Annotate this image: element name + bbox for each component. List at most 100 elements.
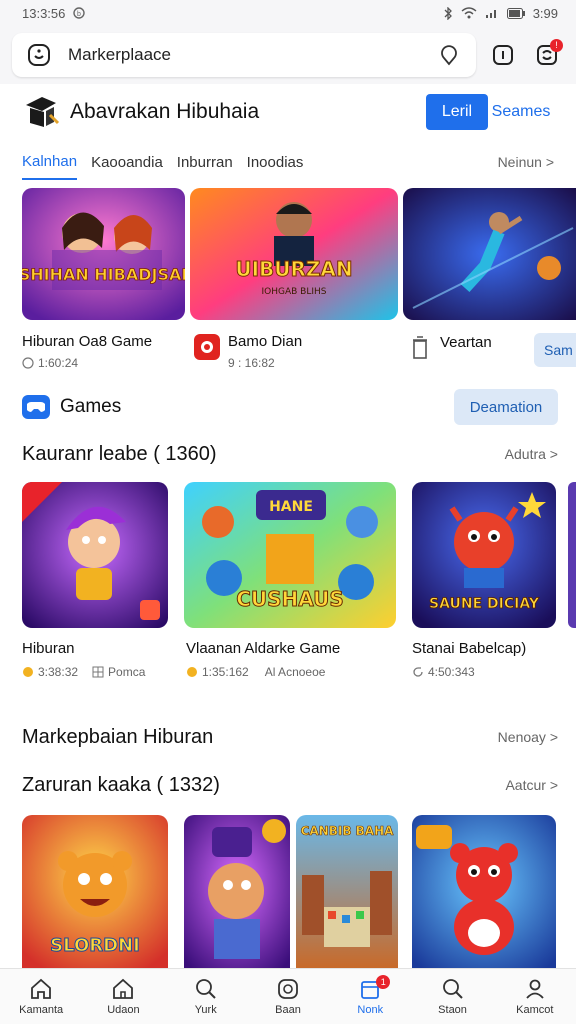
location-pin-icon[interactable] — [432, 38, 466, 72]
nav-item-1[interactable]: Udaon — [82, 969, 164, 1024]
home-outline-icon — [113, 978, 134, 999]
grid-icon — [92, 666, 104, 678]
section-a-card-3-image[interactable]: SAUNE DICIAY — [412, 482, 556, 628]
featured-card-3-title: Veartan — [440, 334, 492, 351]
games-label: Games — [60, 396, 122, 417]
nav-label-6: Kamcot — [516, 1004, 554, 1016]
coin-icon — [187, 667, 197, 677]
tabs-see-more-link[interactable]: Neinun > — [498, 154, 554, 170]
tab-2[interactable]: Inburran — [177, 144, 233, 180]
nav-item-3[interactable]: Baan — [247, 969, 329, 1024]
section-a-card-1-meta-text: 3:38:32 — [38, 665, 79, 679]
status-time: 13:3:56 — [22, 5, 66, 21]
nav-label-2: Yurk — [194, 1004, 217, 1016]
featured-card-1-title: Hiburan Oa8 Game — [22, 333, 153, 350]
section-a-card-2-meta2: Al Acnoeoe — [264, 665, 326, 679]
search-alt-icon — [442, 979, 463, 999]
games-section-header: Games Deamation — [22, 389, 558, 425]
secondary-button[interactable]: Seames — [488, 94, 554, 130]
header: Abavrakan Hibuhaia Leril Seames — [0, 88, 576, 136]
tabs-icon[interactable] — [486, 38, 520, 72]
primary-button[interactable]: Leril — [426, 94, 488, 130]
games-action-button[interactable]: Deamation — [454, 389, 558, 425]
section-a-card-2-art-top: HANE — [269, 499, 313, 515]
search-icon — [195, 979, 216, 999]
section-b-see-more-link[interactable]: Nenoay > — [498, 729, 558, 745]
section-c-see-more-link[interactable]: Aatcur > — [505, 777, 558, 793]
featured-card-1-image[interactable]: SHIHAN HIBADJSAI — [22, 188, 185, 320]
section-a-card-1-meta2: Pomca — [108, 665, 146, 679]
search-bar[interactable]: Markerplaace — [12, 33, 476, 77]
wifi-icon — [461, 7, 477, 19]
nav-item-2[interactable]: Yurk — [165, 969, 247, 1024]
section-a-card-2-image[interactable]: HANE CUSHAUS — [184, 482, 396, 628]
nav-badge: 1 — [376, 975, 391, 989]
refresh-icon — [413, 667, 423, 677]
nav-label-4: Nonk — [357, 1004, 384, 1016]
section-c-card-4-image[interactable] — [412, 815, 556, 968]
section-c-card-1-image[interactable]: SLORDNI — [22, 815, 168, 968]
home-icon — [31, 978, 52, 999]
bottom-navigation: Kamanta Udaon Yurk Baan 1 Nonk Staon Kam… — [0, 968, 576, 1024]
featured-card-2-image[interactable]: UIBURZAN IOHGAB BLIHS — [190, 188, 398, 320]
brand-logo-icon — [22, 93, 60, 131]
tab-0[interactable]: Kalnhan — [22, 144, 78, 180]
featured-card-2-art-text: UIBURZAN — [235, 257, 352, 281]
section-a-card-2-meta: 1:35:162 Al Acnoeoe — [186, 665, 325, 679]
nav-item-0[interactable]: Kamanta — [0, 969, 82, 1024]
app-logo-icon[interactable] — [22, 38, 56, 72]
nav-label-5: Staon — [438, 1004, 467, 1016]
section-c-card-2-image[interactable] — [184, 815, 290, 968]
section-a-card-3-meta: 4:50:343 — [412, 665, 475, 679]
coin-icon — [23, 667, 33, 677]
chat-icon — [278, 979, 298, 999]
featured-card-2-title: Bamo Dian — [228, 333, 303, 350]
section-a-card-1-image[interactable] — [22, 482, 168, 628]
section-a-see-more-link[interactable]: Adutra > — [505, 446, 558, 462]
section-c-card-3-image[interactable]: CANBIB BAHA — [296, 815, 398, 968]
section-a-card-3-title: Stanai Babelcap) — [412, 640, 527, 657]
featured-card-1-art-text: SHIHAN HIBADJSAI — [22, 265, 185, 284]
bluetooth-icon — [443, 6, 453, 20]
tab-1[interactable]: Kaooandia — [91, 144, 163, 180]
nav-label-0: Kamanta — [19, 1004, 64, 1016]
battery-icon — [506, 7, 525, 19]
notification-icon: b — [73, 7, 86, 19]
section-a-header: Kauranr leabe ( 1360) Adutra > — [22, 440, 558, 468]
section-a-card-3-art-text: SAUNE DICIAY — [429, 596, 540, 612]
section-a-card-4-peek[interactable] — [568, 482, 576, 628]
section-b-header: Markepbaian Hiburan Nenoay > — [22, 722, 558, 752]
section-c-card-1-art-text: SLORDNI — [50, 935, 140, 956]
notification-badge: ! — [550, 39, 563, 52]
tab-bar: Kalnhan Kaooandia Inburran Inoodias Nein… — [0, 144, 576, 180]
featured-card-3-image[interactable] — [403, 188, 576, 320]
featured-card-2-meta: 9 : 16:82 — [228, 356, 275, 370]
profile-icon — [526, 979, 544, 999]
section-a-card-2-meta-text: 1:35:162 — [202, 665, 249, 679]
section-a-card-2-art-text: CUSHAUS — [236, 587, 344, 611]
section-c-header: Zaruran kaaka ( 1332) Aatcur > — [22, 770, 558, 800]
section-a-card-3-meta-text: 4:50:343 — [428, 665, 475, 679]
svg-text:b: b — [77, 11, 81, 18]
gamepad-icon — [22, 395, 50, 419]
section-c-card-3-art-text: CANBIB BAHA — [301, 824, 395, 838]
featured-card-3-button[interactable]: Sam — [534, 333, 576, 367]
nav-item-4[interactable]: 1 Nonk — [329, 969, 411, 1024]
featured-card-1-meta-text: 1:60:24 — [38, 356, 79, 370]
section-a-card-1-meta: 3:38:32 Pomca — [22, 665, 145, 679]
search-input[interactable]: Markerplaace — [68, 45, 420, 65]
nav-item-5[interactable]: Staon — [411, 969, 493, 1024]
tab-3[interactable]: Inoodias — [247, 144, 304, 180]
featured-card-1-meta: 1:60:24 — [22, 356, 78, 370]
page-title: Abavrakan Hibuhaia — [70, 100, 260, 123]
nav-label-3: Baan — [275, 1004, 301, 1016]
section-a-title: Kauranr leabe ( 1360) — [22, 442, 217, 465]
section-a-card-2-title: Vlaanan Aldarke Game — [186, 640, 341, 657]
featured-card-2-art-subtext: IOHGAB BLIHS — [262, 287, 327, 297]
section-a-card-1-title: Hiburan — [22, 640, 75, 657]
notifications-icon[interactable]: ! — [530, 38, 564, 72]
nav-item-6[interactable]: Kamcot — [494, 969, 576, 1024]
clock-icon — [22, 357, 34, 369]
section-c-title: Zaruran kaaka ( 1332) — [22, 773, 220, 796]
section-b-title: Markepbaian Hiburan — [22, 725, 214, 748]
